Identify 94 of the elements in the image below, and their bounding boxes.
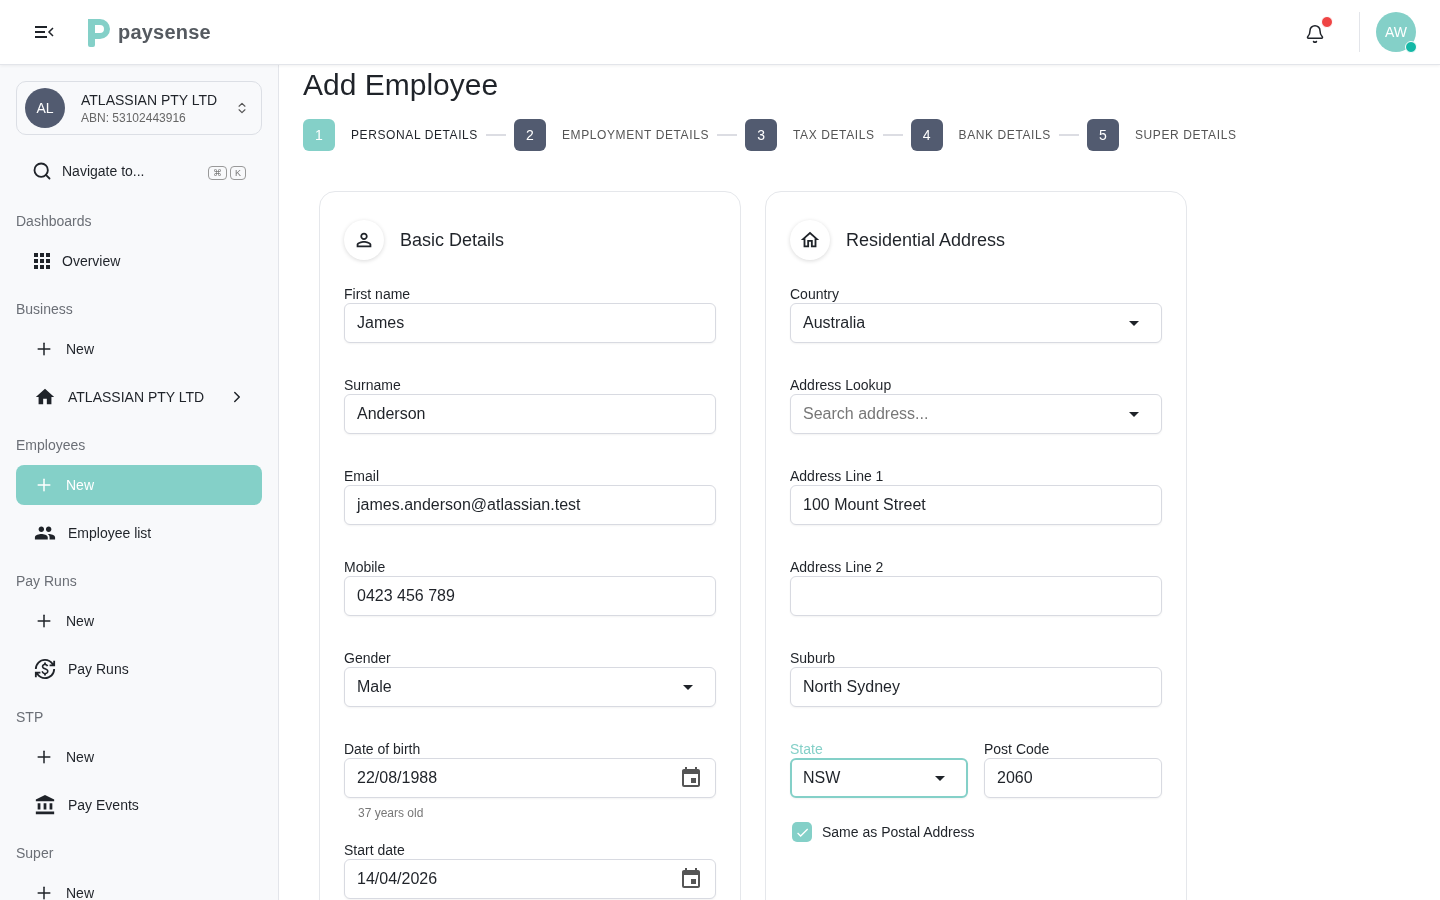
section-heading: Employees	[16, 437, 87, 453]
field-value: Australia	[803, 314, 866, 332]
section-heading: Business	[16, 301, 74, 317]
field-label: Email	[344, 468, 380, 484]
sidebar-item[interactable]: New	[16, 601, 262, 641]
shortcut-key: ⌘	[208, 166, 227, 180]
field-value: NSW	[803, 769, 841, 787]
brand-name: paysense	[118, 20, 211, 44]
input-field[interactable]: 100 Mount Street	[790, 485, 1162, 525]
company-name: ATLASSIAN PTY LTD	[81, 91, 219, 108]
sidebar-item[interactable]: Pay Runs	[16, 649, 262, 689]
field-label: Address Lookup	[790, 377, 893, 393]
company-abn: ABN: 53102443916	[81, 110, 187, 125]
step-number: 1	[303, 119, 335, 151]
select-field[interactable]: NSW	[790, 758, 968, 798]
input-field[interactable]: North Sydney	[790, 667, 1162, 707]
search-icon	[32, 161, 52, 181]
company-avatar: AL	[25, 88, 65, 128]
calendar-icon	[679, 766, 703, 790]
dropdown-caret-icon	[683, 684, 693, 690]
grid-icon	[34, 253, 50, 269]
field-value: James	[357, 314, 405, 332]
field-label: Surname	[344, 377, 402, 393]
field-value: 0423 456 789	[357, 587, 455, 605]
section-heading: Dashboards	[16, 213, 93, 229]
step-number: 5	[1086, 119, 1119, 151]
step-number: 4	[910, 119, 943, 151]
section-heading: Super	[16, 845, 55, 861]
postal-address-checkbox[interactable]: Same as Postal Address	[792, 822, 1162, 842]
calendar-icon	[679, 867, 703, 891]
select-field[interactable]: Australia	[790, 303, 1162, 343]
field-label: Post Code	[984, 741, 1051, 757]
menu-icon	[34, 24, 54, 40]
step-label: SUPER DETAILS	[1134, 128, 1237, 142]
dropdown-caret-icon	[1129, 411, 1139, 417]
sidebar-item[interactable]: New	[16, 873, 262, 900]
field-label: Country	[790, 286, 841, 302]
input-field[interactable]	[790, 576, 1162, 616]
shortcut-key: K	[230, 166, 246, 180]
field-value: 14/04/2026	[357, 870, 438, 888]
sidebar-item[interactable]: New	[16, 737, 262, 777]
sidebar-item[interactable]: New	[16, 329, 262, 369]
select-field[interactable]: Search address...	[790, 394, 1162, 434]
step-number: 3	[745, 119, 778, 151]
step-number: 2	[514, 119, 546, 151]
helper-text: 37 years old	[358, 806, 425, 820]
field-value: North Sydney	[803, 678, 900, 696]
field-value: Male	[357, 678, 392, 696]
field-value: Anderson	[357, 405, 426, 423]
field-label: First name	[344, 286, 412, 302]
field-label: Address Line 1	[790, 468, 885, 484]
step-label: EMPLOYMENT DETAILS	[562, 128, 710, 142]
select-field[interactable]: Male	[344, 667, 716, 707]
input-field[interactable]: Anderson	[344, 394, 716, 434]
sidebar-item[interactable]: ATLASSIAN PTY LTD	[16, 377, 262, 417]
field-value: 2060	[997, 769, 1033, 787]
dropdown-caret-icon	[935, 775, 945, 781]
field-value: james.anderson@atlassian.test	[357, 496, 581, 514]
field-label: Date of birth	[344, 741, 422, 757]
company-selector[interactable]: AL ATLASSIAN PTY LTD ABN: 53102443916	[16, 81, 262, 135]
section-heading: STP	[16, 709, 45, 725]
dropdown-caret-icon	[1129, 320, 1139, 326]
field-label: Gender	[344, 650, 392, 666]
step-label: PERSONAL DETAILS	[351, 128, 478, 142]
bank-icon	[34, 794, 56, 816]
input-field[interactable]: James	[344, 303, 716, 343]
step-label: TAX DETAILS	[793, 128, 875, 142]
checkbox-label: Same as Postal Address	[822, 824, 975, 840]
field-value: 22/08/1988	[357, 769, 438, 787]
field-label: Mobile	[344, 559, 387, 575]
logo-icon	[86, 17, 112, 47]
step-label: BANK DETAILS	[958, 128, 1051, 142]
field-label: Suburb	[790, 650, 837, 666]
field-value: 100 Mount Street	[803, 496, 926, 514]
card-title: Basic Details	[400, 229, 505, 251]
card-title: Residential Address	[846, 229, 1006, 251]
section-heading: Pay Runs	[16, 573, 78, 589]
date-field[interactable]: 22/08/1988	[344, 758, 716, 798]
input-field[interactable]: 2060	[984, 758, 1162, 798]
input-field[interactable]: 0423 456 789	[344, 576, 716, 616]
input-field[interactable]: james.anderson@atlassian.test	[344, 485, 716, 525]
navigate-search[interactable]: Navigate to... ⌘ K	[16, 157, 262, 185]
sidebar-item[interactable]: Employee list	[16, 513, 262, 553]
field-label: State	[790, 741, 824, 757]
currency-exchange-icon	[34, 658, 56, 680]
checkbox[interactable]	[792, 822, 812, 842]
field-label: Address Line 2	[790, 559, 885, 575]
sidebar-item[interactable]: Overview	[16, 241, 262, 281]
date-field[interactable]: 14/04/2026	[344, 859, 716, 899]
field-placeholder: Search address...	[803, 405, 929, 423]
bell-icon	[1305, 24, 1325, 44]
sidebar-item[interactable]: Pay Events	[16, 785, 262, 825]
field-label: Start date	[344, 842, 406, 858]
page-title: Add Employee	[303, 67, 500, 103]
